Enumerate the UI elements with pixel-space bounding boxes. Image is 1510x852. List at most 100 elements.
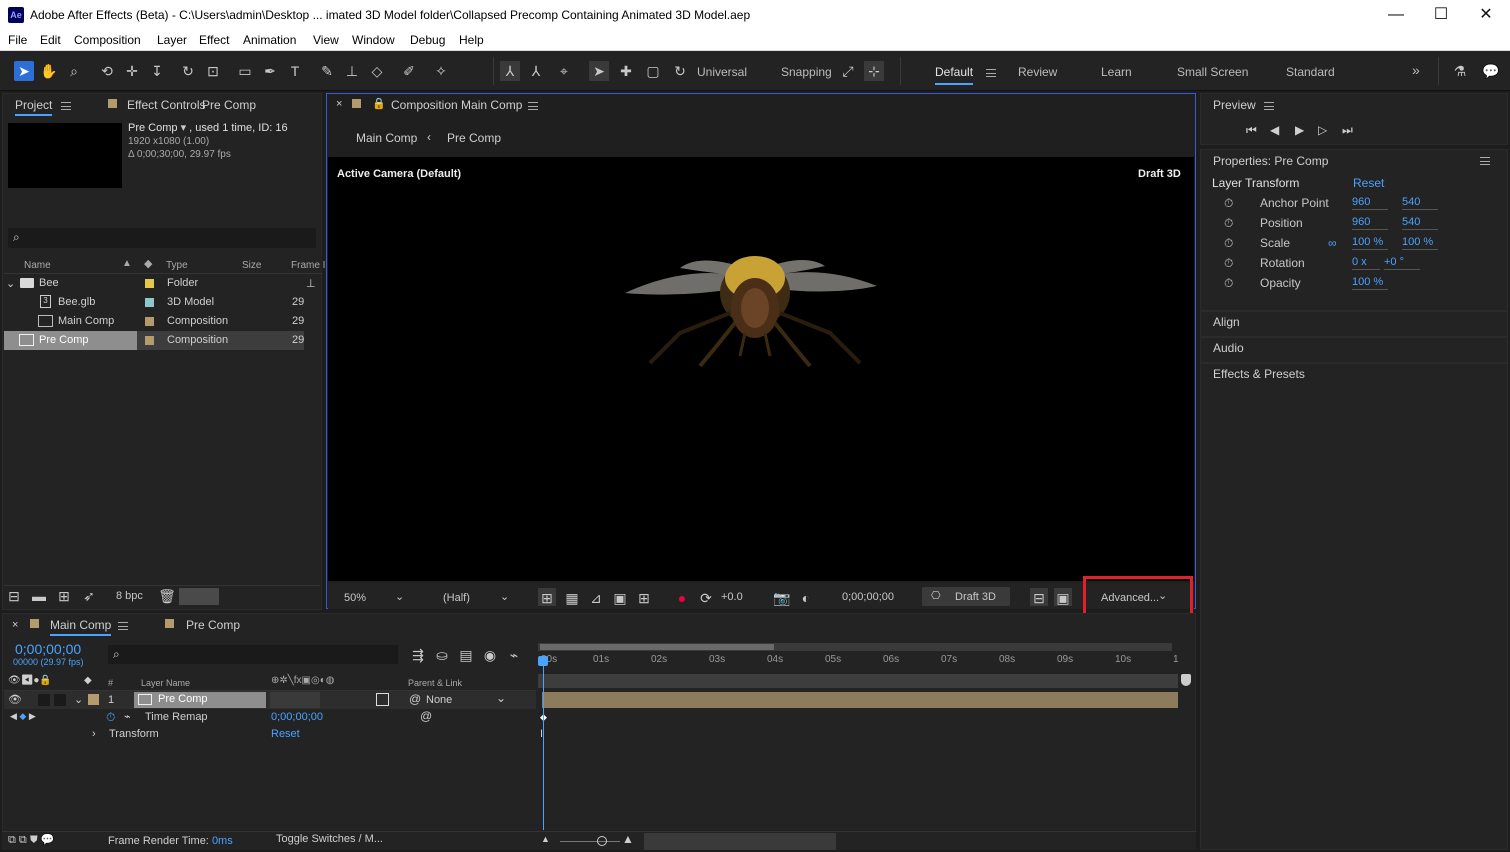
world-axis-icon[interactable]: ⅄ — [526, 61, 546, 81]
puppet-pin-tool-icon[interactable]: ✧ — [431, 61, 451, 81]
tab-align[interactable]: Align — [1213, 315, 1240, 329]
universal-rotate-icon[interactable]: ↻ — [670, 61, 690, 81]
playhead[interactable] — [543, 660, 544, 830]
fast-previews-icon[interactable]: ⊞ — [538, 588, 556, 606]
close-window-button[interactable]: ✕ — [1466, 4, 1506, 26]
transform-reset-link[interactable]: Reset — [271, 728, 300, 740]
bee-3d-model[interactable] — [620, 238, 890, 373]
type-tool-icon[interactable]: T — [285, 61, 305, 81]
menu-animation[interactable]: Animation — [243, 33, 296, 47]
rectangle-tool-icon[interactable]: ▭ — [235, 61, 255, 81]
zoom-in-icon[interactable]: ▲ — [622, 832, 634, 846]
previous-frame-icon[interactable]: ◀ — [1270, 123, 1279, 137]
graph-icon[interactable]: ⌁ — [124, 710, 131, 723]
stopwatch-icon[interactable]: ⏱ — [106, 710, 115, 725]
project-search-input[interactable] — [8, 228, 316, 248]
menu-layer[interactable]: Layer — [157, 33, 187, 47]
draft-3d-timeline-icon[interactable]: ⛀ — [432, 645, 452, 665]
render-queue-icon[interactable]: ➶ — [79, 586, 99, 606]
zoom-slider-track[interactable] — [560, 841, 620, 842]
expand-arrow-icon[interactable]: › — [92, 728, 96, 740]
comment-marker-icon[interactable] — [1181, 674, 1191, 686]
clone-stamp-tool-icon[interactable]: ⊥ — [342, 61, 362, 81]
chevron-down-icon[interactable]: ⌄ — [395, 590, 404, 603]
video-switch-icon[interactable]: 👁◀●🔒 — [8, 675, 52, 686]
snap-options-icon[interactable]: ⤢ — [838, 61, 858, 81]
menu-file[interactable]: File — [8, 33, 27, 47]
project-menu-icon[interactable] — [61, 102, 71, 110]
dolly-camera-tool-icon[interactable]: ↧ — [147, 61, 167, 81]
orbit-camera-tool-icon[interactable]: ⟲ — [97, 61, 117, 81]
new-composition-icon[interactable]: ⊞ — [54, 586, 74, 606]
tab-audio[interactable]: Audio — [1213, 341, 1244, 355]
playhead-handle[interactable] — [538, 656, 548, 666]
zoom-slider-handle[interactable] — [597, 836, 607, 846]
breadcrumb-main-comp[interactable]: Main Comp — [356, 131, 417, 145]
tab-preview[interactable]: Preview — [1213, 98, 1256, 112]
column-name[interactable]: Name — [24, 260, 51, 271]
column-type[interactable]: Type — [166, 260, 188, 271]
timeline-current-time[interactable]: 0;00;00;00 — [15, 641, 81, 657]
pan-camera-tool-icon[interactable]: ✛ — [122, 61, 142, 81]
exposure-value[interactable]: +0.0 — [721, 591, 743, 603]
stopwatch-icon[interactable]: ⏱ — [1224, 216, 1233, 231]
composition-mini-flowchart-icon[interactable]: ⇶ — [408, 645, 428, 665]
new-folder-icon[interactable]: ▬ — [29, 586, 49, 606]
extended-viewer-icon[interactable]: ▣ — [1054, 588, 1072, 606]
workspace-learn[interactable]: Learn — [1101, 65, 1132, 79]
time-remap-value[interactable]: 0;00;00;00 — [271, 711, 323, 723]
menu-window[interactable]: Window — [352, 33, 395, 47]
tab-effect-controls[interactable]: Effect Controls — [127, 98, 205, 112]
tab-pre-comp-timeline[interactable]: Pre Comp — [186, 618, 240, 632]
snap-target-icon[interactable]: ⊹ — [864, 61, 884, 81]
parent-dropdown[interactable]: None — [426, 694, 452, 706]
current-time-display[interactable]: 0;00;00;00 — [842, 591, 894, 603]
maximize-button[interactable]: ☐ — [1421, 4, 1461, 26]
column-parent-link[interactable]: Parent & Link — [408, 678, 462, 688]
column-size[interactable]: Size — [242, 260, 261, 271]
layer-duration-bar[interactable] — [542, 692, 1178, 708]
menu-edit[interactable]: Edit — [40, 33, 61, 47]
3d-layer-switch[interactable] — [376, 693, 389, 706]
zoom-tool-icon[interactable]: ⌕ — [64, 61, 84, 81]
3d-ground-plane-icon[interactable]: ⊟ — [1030, 588, 1048, 606]
universal-scale-icon[interactable]: ▢ — [643, 61, 663, 81]
grid-guides-icon[interactable]: ⊞ — [634, 588, 654, 608]
solo-switch[interactable] — [38, 694, 50, 706]
rotation-tool-icon[interactable]: ↻ — [178, 61, 198, 81]
tab-main-comp-timeline[interactable]: Main Comp — [50, 618, 112, 636]
last-frame-icon[interactable]: ⏭ — [1342, 123, 1353, 138]
show-snapshot-icon[interactable]: ◐ — [796, 588, 816, 608]
workspace-standard[interactable]: Standard — [1286, 65, 1335, 79]
work-area-range[interactable] — [540, 644, 774, 650]
tab-project[interactable]: Project — [15, 98, 53, 116]
eraser-tool-icon[interactable]: ◇ — [367, 61, 387, 81]
layer-switches[interactable] — [270, 692, 320, 708]
anchor-point-tool-icon[interactable]: ⊡ — [203, 61, 223, 81]
eye-icon[interactable]: 👁 — [8, 693, 22, 706]
preview-menu-icon[interactable] — [1264, 102, 1274, 110]
minimize-button[interactable]: — — [1376, 4, 1416, 26]
magnification-dropdown[interactable]: 50% — [344, 592, 366, 604]
label-column-icon[interactable]: ◆ — [144, 257, 152, 270]
list-item[interactable]: Main Comp Composition 29 — [4, 312, 304, 331]
timeline-search-input[interactable] — [108, 645, 398, 664]
sort-icon[interactable]: ▲ — [122, 258, 132, 269]
stopwatch-icon[interactable]: ⏱ — [1224, 236, 1233, 251]
properties-menu-icon[interactable] — [1480, 157, 1490, 165]
tab-effects-presets[interactable]: Effects & Presets — [1213, 367, 1305, 381]
more-workspaces-icon[interactable]: » — [1412, 62, 1420, 78]
keyframe-navigator-icon[interactable]: ◀ ◆ ▶ — [10, 711, 36, 722]
collapse-arrow-icon[interactable]: ⌄ — [74, 693, 83, 706]
universal-move-icon[interactable]: ✚ — [616, 61, 636, 81]
menu-debug[interactable]: Debug — [410, 33, 445, 47]
region-of-interest-icon[interactable]: ▣ — [610, 588, 630, 608]
list-item[interactable]: 3 Bee.glb 3D Model 29 — [4, 293, 304, 312]
toggle-switches-modes[interactable]: Toggle Switches / M... — [276, 833, 383, 845]
transform-reset-link[interactable]: Reset — [1353, 176, 1384, 190]
channel-icon[interactable]: ● — [672, 588, 692, 608]
menu-effect[interactable]: Effect — [199, 33, 229, 47]
list-item[interactable]: ⌄ Bee Folder ⊥ — [4, 274, 316, 293]
mask-visibility-icon[interactable]: ⊿ — [586, 588, 606, 608]
expression-icon[interactable]: @ — [420, 709, 432, 723]
